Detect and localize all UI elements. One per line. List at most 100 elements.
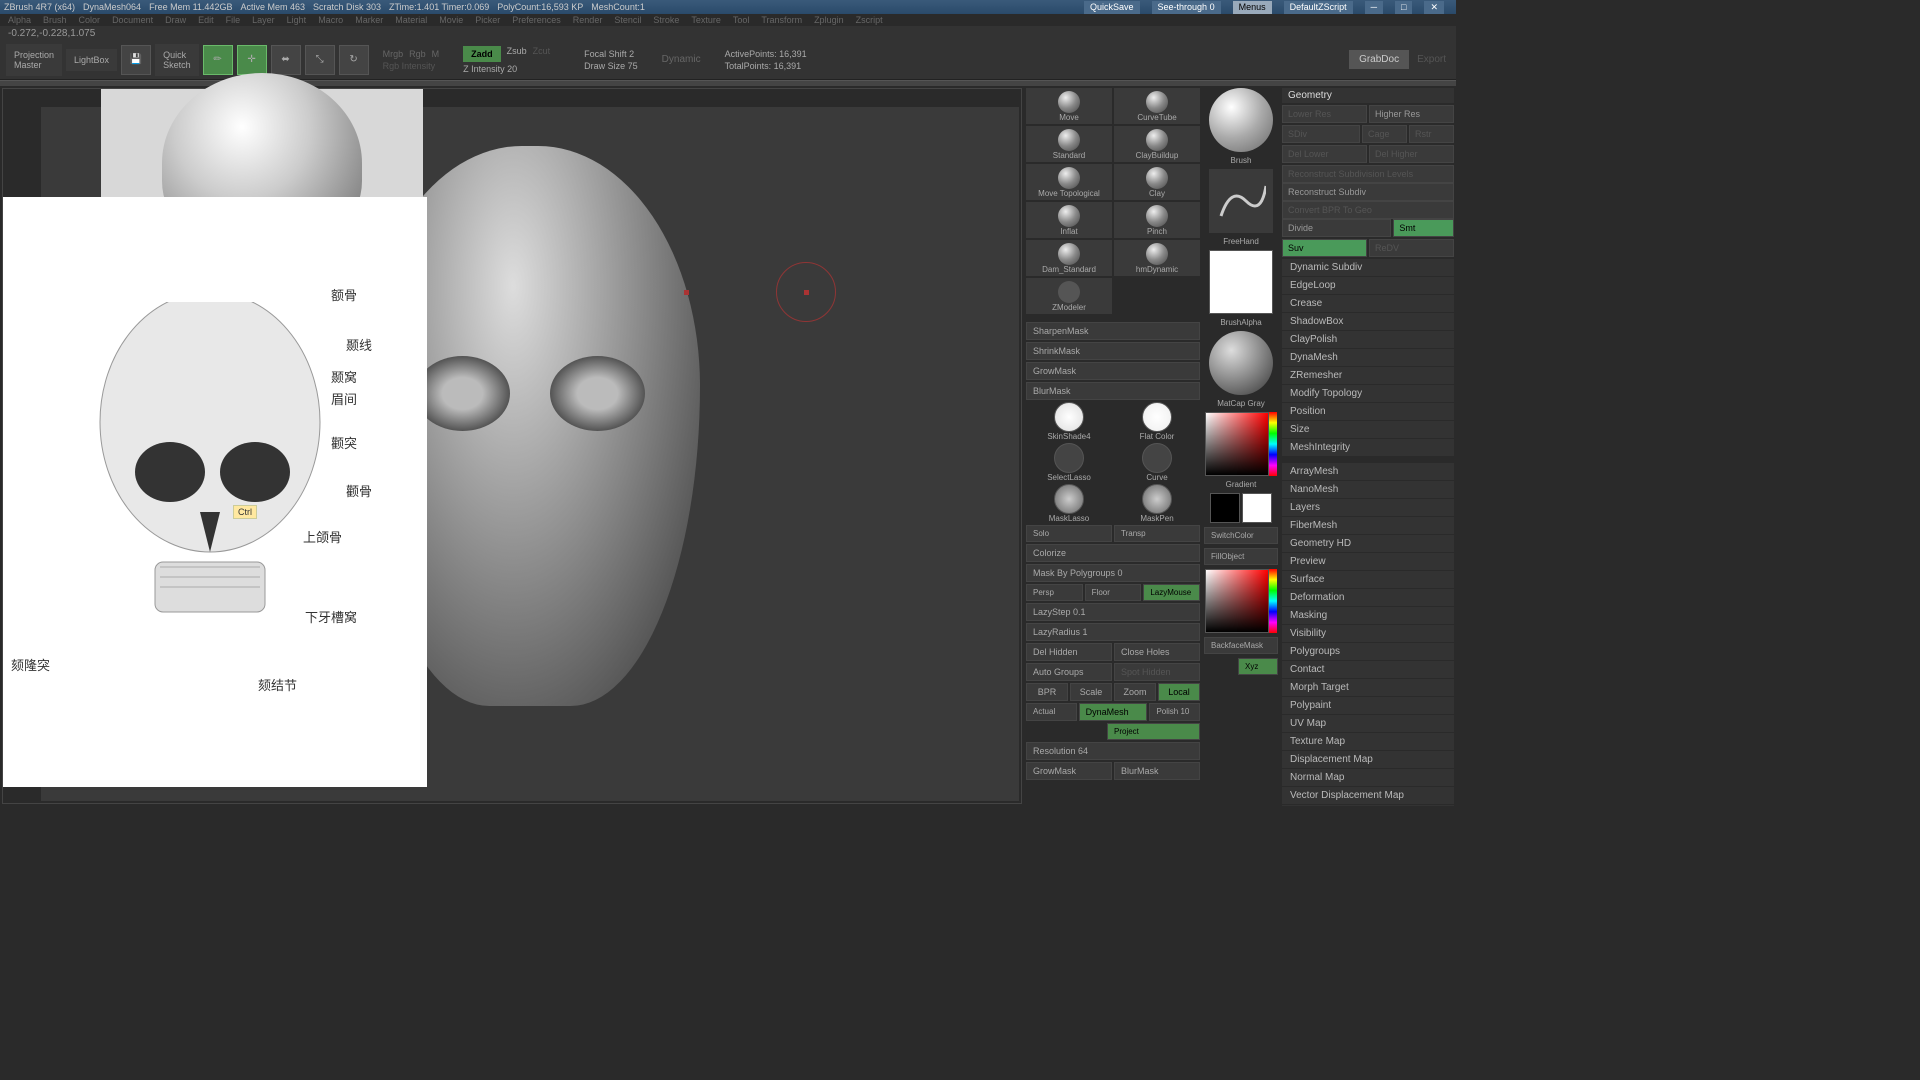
stroke-preview[interactable] xyxy=(1209,169,1273,233)
close-holes-button[interactable]: Close Holes xyxy=(1114,643,1200,661)
menu-marker[interactable]: Marker xyxy=(355,15,383,25)
hue-slider[interactable] xyxy=(1269,412,1277,476)
dynamic-toggle[interactable]: Dynamic xyxy=(662,54,701,65)
del-lower-button[interactable]: Del Lower xyxy=(1282,145,1367,163)
draw-mode-button[interactable]: ✛ xyxy=(237,45,267,75)
lightbox-button[interactable]: LightBox xyxy=(66,49,117,71)
lower-res-button[interactable]: Lower Res xyxy=(1282,105,1367,123)
section-uvmap[interactable]: UV Map xyxy=(1282,715,1454,732)
actual-button[interactable]: Actual xyxy=(1026,703,1077,721)
default-zscript[interactable]: DefaultZScript xyxy=(1284,1,1353,14)
reconstruct-subdiv-button[interactable]: Reconstruct Subdiv xyxy=(1282,183,1454,201)
menu-material[interactable]: Material xyxy=(395,15,427,25)
section-dynamesh[interactable]: DynaMesh xyxy=(1282,349,1454,366)
menu-draw[interactable]: Draw xyxy=(165,15,186,25)
menu-macro[interactable]: Macro xyxy=(318,15,343,25)
canvas-viewport[interactable]: 额骨 颞线 颞窝 眉间 颧突 颧骨 上颌骨 下牙槽窝 颏隆突 颏结节 Ctrl xyxy=(2,88,1022,804)
section-shadowbox[interactable]: ShadowBox xyxy=(1282,313,1454,330)
sdiv-slider[interactable]: SDiv xyxy=(1282,125,1360,143)
menu-stroke[interactable]: Stroke xyxy=(653,15,679,25)
seethrough-slider[interactable]: See-through 0 xyxy=(1152,1,1221,14)
section-claypolish[interactable]: ClayPolish xyxy=(1282,331,1454,348)
section-edgeloop[interactable]: EdgeLoop xyxy=(1282,277,1454,294)
alpha-preview[interactable] xyxy=(1209,250,1273,314)
section-morphtarget[interactable]: Morph Target xyxy=(1282,679,1454,696)
brush-claybuildup[interactable]: ClayBuildup xyxy=(1114,126,1200,162)
section-position[interactable]: Position xyxy=(1282,403,1454,420)
menu-render[interactable]: Render xyxy=(573,15,603,25)
current-brush-preview[interactable] xyxy=(1209,88,1273,152)
section-displacementmap[interactable]: Displacement Map xyxy=(1282,751,1454,768)
m-toggle[interactable]: M xyxy=(432,49,440,59)
mrgb-toggle[interactable]: Mrgb xyxy=(383,49,404,59)
selectlasso-brush[interactable]: SelectLasso xyxy=(1026,443,1112,482)
section-visibility[interactable]: Visibility xyxy=(1282,625,1454,642)
section-displayprops[interactable]: Display Properties xyxy=(1282,805,1454,806)
quicksketch-button[interactable]: Quick Sketch xyxy=(155,44,199,76)
focal-shift-slider[interactable]: Focal Shift 2 xyxy=(584,49,638,59)
quicksave-button[interactable]: QuickSave xyxy=(1084,1,1140,14)
window-min-icon[interactable]: ─ xyxy=(1365,1,1383,14)
flatcolor-material[interactable] xyxy=(1142,402,1172,432)
bpr-button[interactable]: BPR xyxy=(1026,683,1068,701)
menu-preferences[interactable]: Preferences xyxy=(512,15,561,25)
section-nanomesh[interactable]: NanoMesh xyxy=(1282,481,1454,498)
section-modify-topology[interactable]: Modify Topology xyxy=(1282,385,1454,402)
window-close-icon[interactable]: ✕ xyxy=(1424,1,1444,14)
color-picker-main[interactable] xyxy=(1205,412,1269,476)
menu-picker[interactable]: Picker xyxy=(475,15,500,25)
rotate-mode-button[interactable]: ↻ xyxy=(339,45,369,75)
mask-by-polygroups[interactable]: Mask By Polygroups 0 xyxy=(1026,564,1200,582)
matcap-preview[interactable] xyxy=(1209,331,1273,395)
brush-curvetube[interactable]: CurveTube xyxy=(1114,88,1200,124)
zadd-toggle[interactable]: Zadd xyxy=(463,46,501,62)
section-normalmap[interactable]: Normal Map xyxy=(1282,769,1454,786)
zsub-toggle[interactable]: Zsub xyxy=(507,46,527,62)
auto-groups-button[interactable]: Auto Groups xyxy=(1026,663,1112,681)
cage-toggle[interactable]: Cage xyxy=(1362,125,1407,143)
growmask2-button[interactable]: GrowMask xyxy=(1026,762,1112,780)
menu-layer[interactable]: Layer xyxy=(252,15,275,25)
lazyradius-slider[interactable]: LazyRadius 1 xyxy=(1026,623,1200,641)
section-polypaint[interactable]: Polypaint xyxy=(1282,697,1454,714)
convert-bpr-button[interactable]: Convert BPR To Geo xyxy=(1282,201,1454,219)
dynamesh-button[interactable]: DynaMesh xyxy=(1079,703,1148,721)
fill-object-button[interactable]: FillObject xyxy=(1204,548,1278,565)
higher-res-button[interactable]: Higher Res xyxy=(1369,105,1454,123)
menu-color[interactable]: Color xyxy=(79,15,101,25)
geometry-header[interactable]: Geometry xyxy=(1282,88,1454,103)
grabdoc-button[interactable]: GrabDoc xyxy=(1349,50,1409,69)
brush-inflat[interactable]: Inflat xyxy=(1026,202,1112,238)
section-dynamic-subdiv[interactable]: Dynamic Subdiv xyxy=(1282,259,1454,276)
grow-mask-button[interactable]: GrowMask xyxy=(1026,362,1200,380)
projection-master-button[interactable]: Projection Master xyxy=(6,44,62,76)
persp-toggle[interactable]: Persp xyxy=(1026,584,1083,601)
scale-mode-button[interactable]: ⤡ xyxy=(305,45,335,75)
save-icon[interactable]: 💾 xyxy=(121,45,151,75)
menus-button[interactable]: Menus xyxy=(1233,1,1272,14)
lazystep-slider[interactable]: LazyStep 0.1 xyxy=(1026,603,1200,621)
divide-button[interactable]: Divide xyxy=(1282,219,1391,237)
rgb-toggle[interactable]: Rgb xyxy=(409,49,426,59)
section-fibermesh[interactable]: FiberMesh xyxy=(1282,517,1454,534)
menu-edit[interactable]: Edit xyxy=(198,15,214,25)
section-deformation[interactable]: Deformation xyxy=(1282,589,1454,606)
brush-clay[interactable]: Clay xyxy=(1114,164,1200,200)
menu-stencil[interactable]: Stencil xyxy=(614,15,641,25)
section-mesh-integrity[interactable]: MeshIntegrity xyxy=(1282,439,1454,456)
del-higher-button[interactable]: Del Higher xyxy=(1369,145,1454,163)
menu-light[interactable]: Light xyxy=(287,15,307,25)
menu-alpha[interactable]: Alpha xyxy=(8,15,31,25)
section-size[interactable]: Size xyxy=(1282,421,1454,438)
window-max-icon[interactable]: □ xyxy=(1395,1,1412,14)
redv-toggle[interactable]: ReDV xyxy=(1369,239,1454,257)
section-geometryhd[interactable]: Geometry HD xyxy=(1282,535,1454,552)
menu-zplugin[interactable]: Zplugin xyxy=(814,15,844,25)
masklasso-brush[interactable]: MaskLasso xyxy=(1026,484,1112,523)
export-button[interactable]: Export xyxy=(1413,50,1450,69)
menu-brush[interactable]: Brush xyxy=(43,15,67,25)
section-polygroups[interactable]: Polygroups xyxy=(1282,643,1454,660)
edit-mode-button[interactable]: ✏ xyxy=(203,45,233,75)
blur-mask-button[interactable]: BlurMask xyxy=(1026,382,1200,400)
polish-slider[interactable]: Polish 10 xyxy=(1149,703,1200,721)
